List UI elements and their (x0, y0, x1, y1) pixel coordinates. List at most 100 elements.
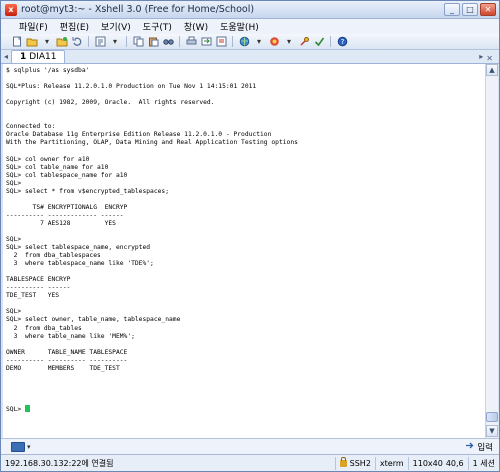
toolbar-separator (330, 36, 331, 47)
globe-icon[interactable] (238, 36, 250, 48)
compose-send-icon (465, 441, 474, 453)
check-icon[interactable] (313, 36, 325, 48)
paste-icon[interactable] (147, 36, 159, 48)
menu-tools[interactable]: 도구(T) (137, 20, 178, 33)
status-connection: 192.168.30.132:22에 연결됨 (5, 458, 114, 468)
reconnect-icon[interactable] (71, 36, 83, 48)
terminal-line: SQL> (6, 404, 485, 413)
menu-file[interactable]: 파일(F) (13, 20, 54, 33)
terminal-line: SQL> (6, 235, 22, 243)
close-button[interactable]: ✕ (480, 3, 496, 16)
terminal-line: 3 where tablespace_name like 'TDE%'; (6, 260, 154, 268)
print-icon[interactable] (185, 36, 197, 48)
terminal-line: SQL> select tablespace_name, encrypted (6, 244, 151, 252)
terminal-line: SQL> select * from v$encrypted_tablespac… (6, 187, 170, 195)
terminal-line: ---------- ------------- ------ (6, 211, 124, 219)
tab-label: DIA11 (29, 52, 57, 62)
terminal-line: ---------- ---------- ---------- (6, 356, 128, 364)
terminal-line: Connected to: (6, 123, 56, 131)
help-icon[interactable]: ? (336, 36, 348, 48)
lock-icon (339, 456, 347, 467)
compose-send-label: 입력 (477, 442, 493, 453)
chevron-down-icon[interactable]: ▾ (283, 36, 295, 48)
xshell-app-icon: x (5, 3, 17, 16)
terminal-line: TDE_TEST YES (6, 292, 60, 300)
terminal-line: 2 from dba_tables (6, 324, 82, 332)
maximize-button[interactable]: □ (462, 3, 478, 16)
find-icon[interactable] (162, 36, 174, 48)
toolbar-separator (232, 36, 233, 47)
status-sessions: 1 세션 (467, 456, 499, 470)
chevron-down-icon[interactable]: ▾ (27, 443, 31, 451)
chevron-down-icon[interactable]: ▾ (41, 36, 53, 48)
terminal-line: DEMO MEMBERS TDE_TEST (6, 364, 120, 372)
transfer-icon[interactable] (200, 36, 212, 48)
toolbar: ▾ ▾ ▾ ▾ ? (1, 34, 499, 50)
xshell-window: x root@myt3:~ - Xshell 3.0 (Free for Hom… (0, 0, 500, 472)
svg-text:?: ? (340, 38, 344, 46)
color-icon[interactable] (268, 36, 280, 48)
toolbar-separator (126, 36, 127, 47)
scroll-thumb[interactable] (486, 412, 498, 422)
terminal-line: TS# ENCRYPTIONALG ENCRYP (6, 203, 128, 211)
close-tab-icon[interactable]: ✕ (486, 54, 493, 63)
menu-help[interactable]: 도움말(H) (214, 20, 265, 33)
chevron-down-icon[interactable]: ▾ (109, 36, 121, 48)
connect-icon[interactable] (56, 36, 68, 48)
menu-edit[interactable]: 편집(E) (54, 20, 95, 33)
terminal-output[interactable]: $ sqlplus '/as sysdba' SQL*Plus: Release … (3, 64, 485, 438)
terminal-line: SQL> select owner, table_name, tablespac… (6, 316, 181, 324)
tab-session-dia11[interactable]: 1 DIA11 (11, 50, 66, 63)
scroll-up-icon[interactable]: ▲ (486, 64, 498, 76)
status-bar: 192.168.30.132:22에 연결됨 SSH2 xterm 110x40… (1, 454, 499, 471)
status-position-label: 40,6 (445, 458, 464, 468)
menu-window[interactable]: 창(W) (178, 20, 214, 33)
tab-scroll-right-icon[interactable]: ▸ (476, 51, 486, 63)
terminal-line: Copyright (c) 1982, 2009, Oracle. All ri… (6, 99, 215, 107)
open-folder-icon[interactable] (26, 36, 38, 48)
menu-view[interactable]: 보기(V) (95, 20, 137, 33)
compose-bar-icon[interactable] (11, 441, 25, 452)
compose-bar: ▾ 입력 (1, 438, 499, 454)
terminal-line: 2 from dba_tablespaces (6, 252, 101, 260)
scroll-down-icon[interactable]: ▼ (486, 425, 498, 437)
script-icon[interactable] (215, 36, 227, 48)
status-protocol: SSH2 (334, 456, 375, 470)
toolbar-separator (88, 36, 89, 47)
status-terminal-size: 110x40 40,6 (407, 456, 468, 470)
terminal-scrollbar[interactable]: ▲ ▼ (485, 64, 498, 438)
terminal-line: Oracle Database 11g Enterprise Edition R… (6, 131, 272, 139)
terminal-line: With the Partitioning, OLAP, Data Mining… (6, 139, 298, 147)
copy-icon[interactable] (132, 36, 144, 48)
terminal-line: SQL> col tablespace_name for a10 (6, 171, 128, 179)
terminal-line: OWNER TABLE_NAME TABLESPACE (6, 348, 128, 356)
terminal-line: SQL> (6, 179, 22, 187)
terminal-line: SQL> (6, 308, 22, 316)
terminal-line: 3 where table_name like 'MEM%'; (6, 332, 135, 340)
new-session-icon[interactable] (11, 36, 23, 48)
terminal-line: 7 AES128 YES (6, 219, 116, 227)
key-icon[interactable] (298, 36, 310, 48)
status-protocol-label: SSH2 (349, 458, 371, 468)
chevron-down-icon[interactable]: ▾ (253, 36, 265, 48)
compose-send[interactable]: 입력 (465, 441, 493, 453)
properties-icon[interactable] (94, 36, 106, 48)
terminal-line: $ sqlplus '/as sysdba' (6, 67, 90, 74)
terminal-line: ---------- ------ (6, 284, 71, 292)
minimize-button[interactable]: _ (444, 3, 460, 16)
window-controls: _ □ ✕ (444, 3, 496, 16)
session-tab-bar: ◂ 1 DIA11 ▸ ✕ (1, 50, 499, 64)
tab-scroll-left-icon[interactable]: ◂ (1, 51, 11, 63)
status-size-label: 110x40 (412, 458, 443, 468)
